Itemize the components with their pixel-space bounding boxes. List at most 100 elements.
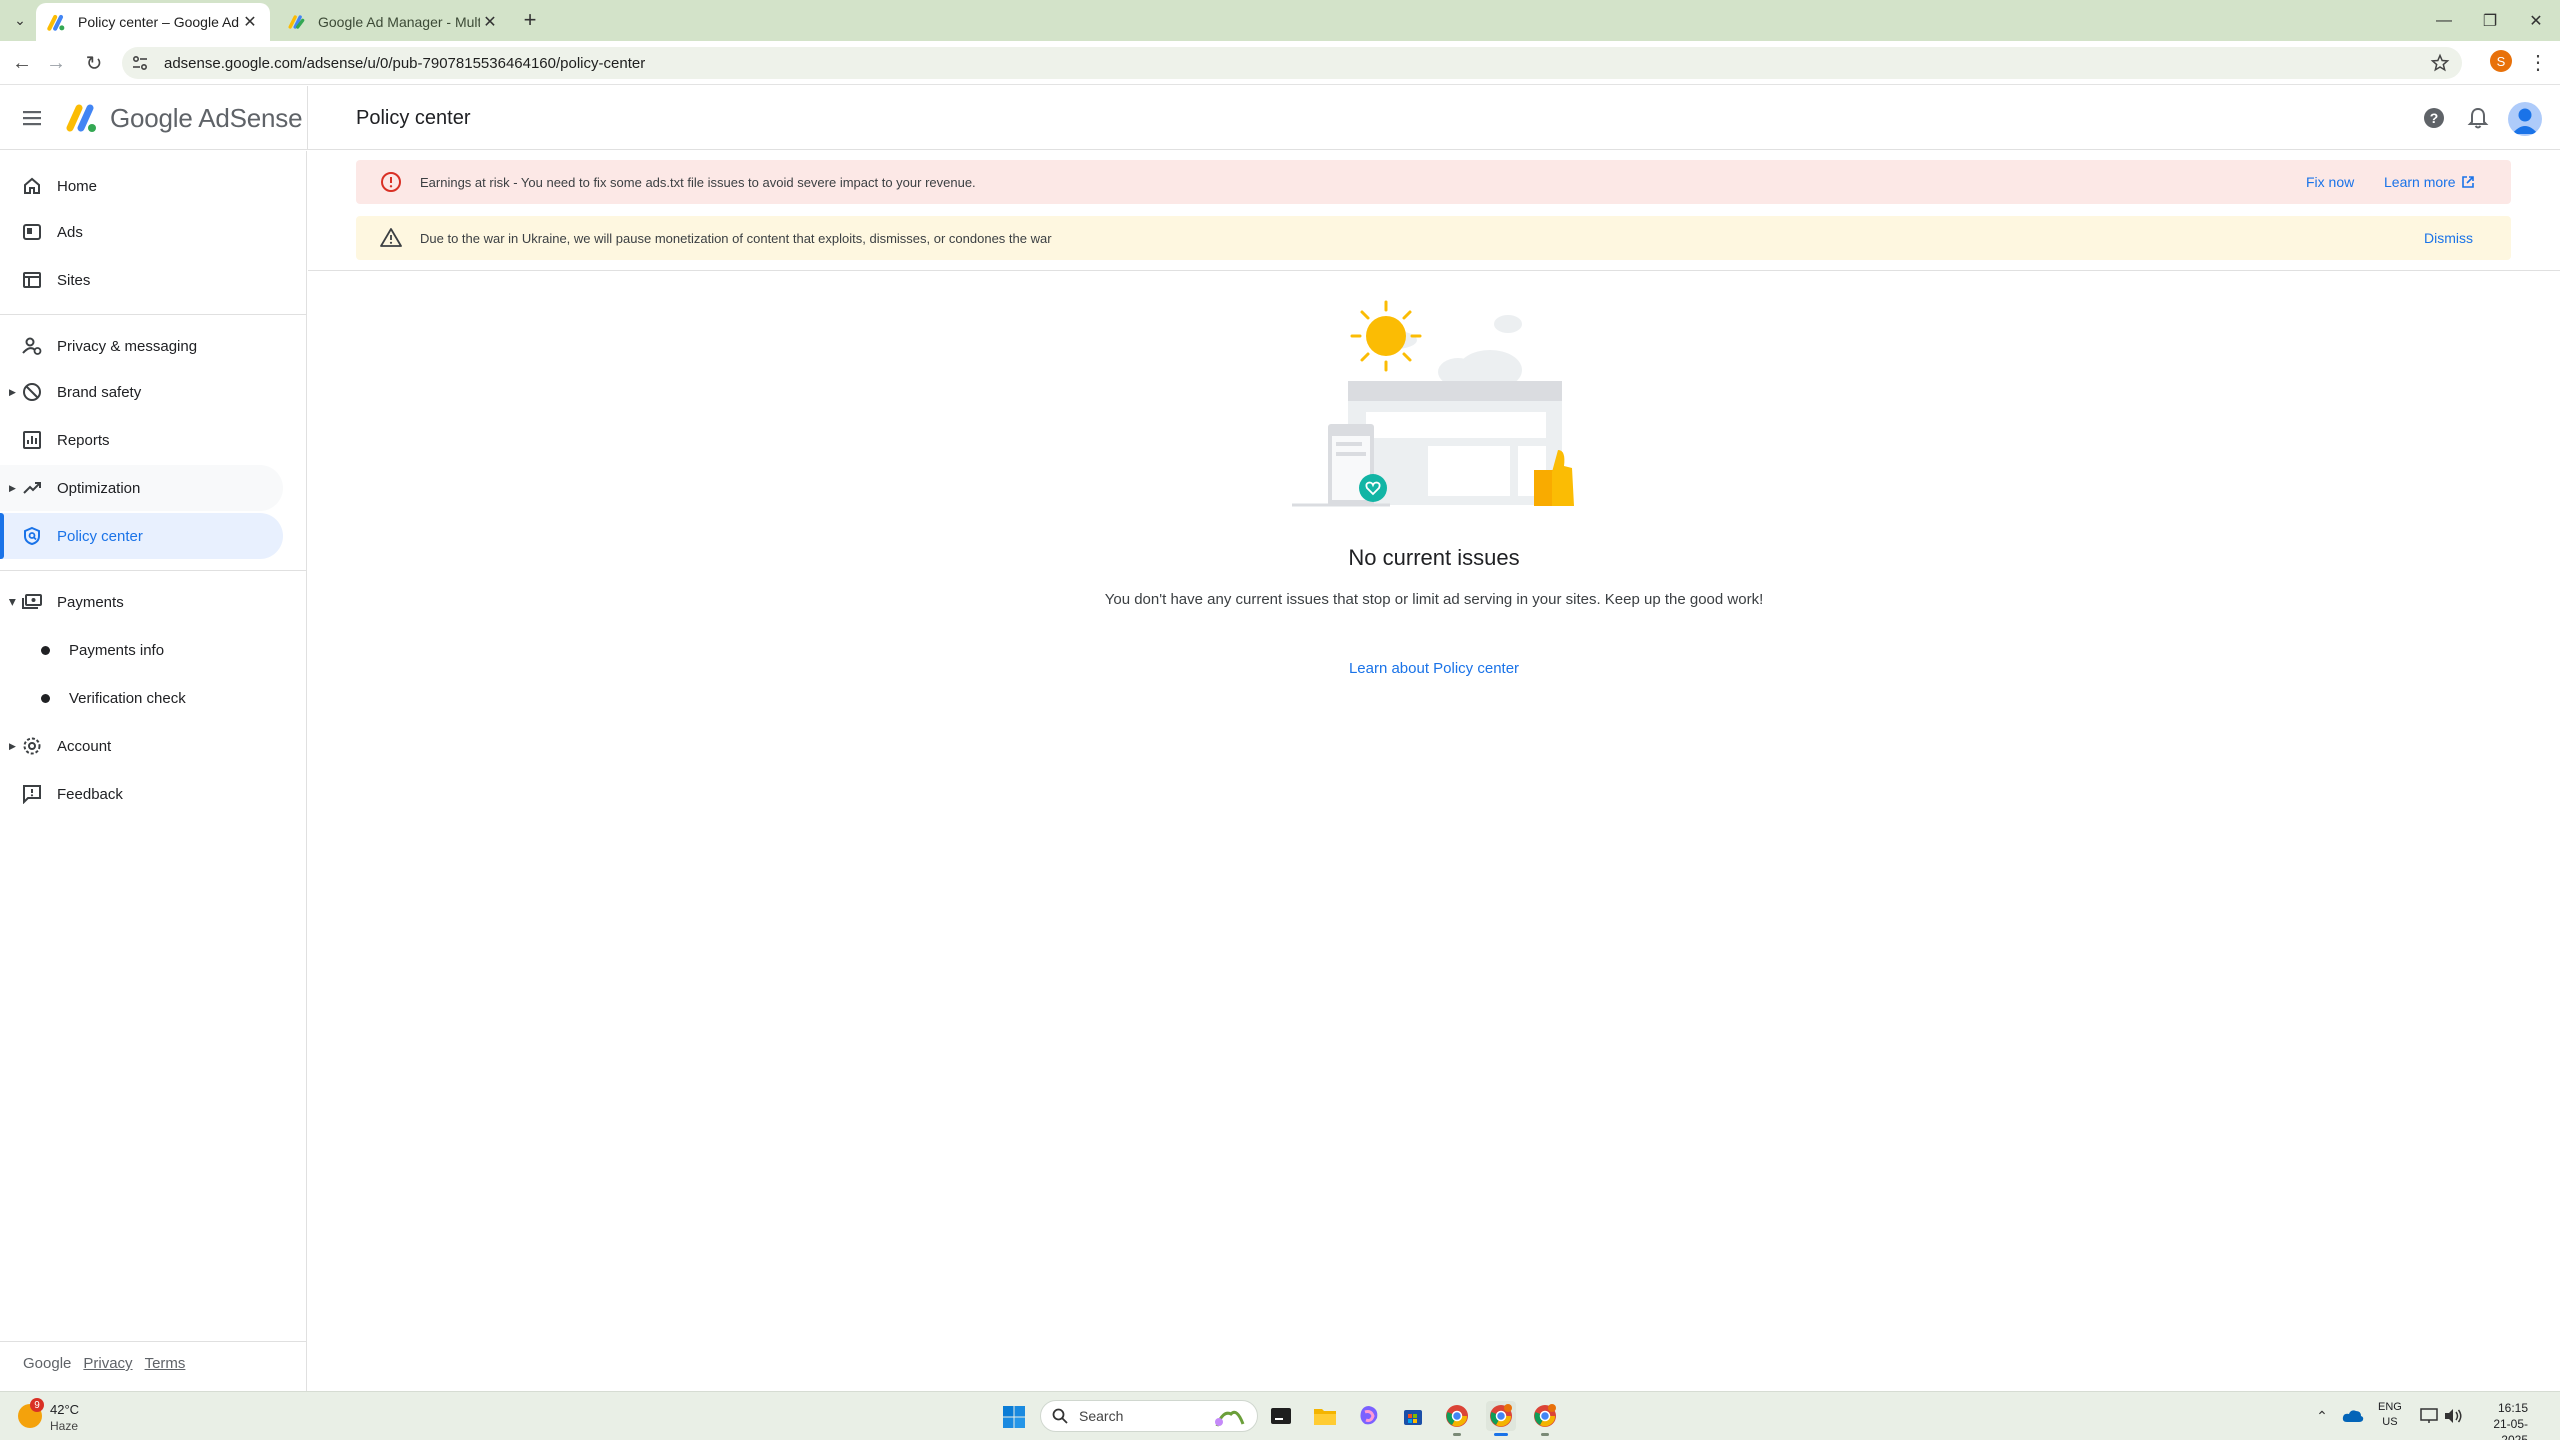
close-tab-icon[interactable]: ✕: [240, 12, 260, 32]
address-bar[interactable]: adsense.google.com/adsense/u/0/pub-79078…: [122, 47, 2462, 79]
weather-temperature: 42°C: [50, 1402, 80, 1417]
taskbar-app-terminal[interactable]: [1266, 1401, 1296, 1431]
taskbar-search-box[interactable]: Search: [1040, 1400, 1258, 1432]
browser-menu-icon[interactable]: ⋮: [2526, 49, 2550, 75]
url-text: adsense.google.com/adsense/u/0/pub-79078…: [164, 54, 646, 72]
sidebar-divider: [0, 314, 306, 315]
new-tab-button[interactable]: +: [518, 7, 542, 32]
fix-now-button[interactable]: Fix now: [2306, 174, 2354, 190]
notifications-bell-icon[interactable]: [2464, 104, 2492, 132]
site-info-icon[interactable]: [126, 49, 154, 77]
minimize-icon[interactable]: —: [2420, 0, 2468, 41]
sidebar-item-label: Sites: [57, 271, 91, 289]
ad-manager-favicon-icon: [288, 15, 305, 29]
sidebar-item-label: Verification check: [69, 689, 186, 707]
learn-about-policy-center-link-text[interactable]: Learn about Policy center: [1349, 660, 1519, 677]
region-code: US: [2382, 1416, 2398, 1428]
terms-link[interactable]: Terms: [145, 1355, 186, 1372]
sidebar-item-label: Feedback: [57, 785, 123, 803]
clock-date: 21-05-2025: [2493, 1417, 2528, 1440]
main-menu-icon[interactable]: [20, 106, 44, 130]
tab-ad-manager[interactable]: Google Ad Manager - Multiple ✕: [276, 3, 510, 41]
system-clock[interactable]: 16:15 21-05-2025: [2468, 1400, 2528, 1440]
profile-avatar[interactable]: S: [2490, 50, 2512, 72]
sidebar-item-label: Payments info: [69, 641, 165, 659]
taskbar-app-copilot[interactable]: [1354, 1401, 1384, 1431]
policy-center-icon: [21, 525, 43, 547]
account-avatar[interactable]: [2508, 102, 2542, 136]
sidebar-item-payments[interactable]: ▶ Payments: [0, 579, 283, 625]
payments-icon: [21, 591, 43, 613]
tab-policy-center[interactable]: Policy center – Google AdSense ✕: [36, 3, 270, 41]
running-indicator: [1453, 1433, 1461, 1436]
external-link-icon: [2461, 176, 2474, 188]
sidebar-item-account[interactable]: ▶ Account: [0, 723, 283, 769]
tab-search-button[interactable]: ⌄: [8, 8, 32, 32]
taskbar-app-chrome-1[interactable]: [1442, 1401, 1472, 1436]
reload-icon[interactable]: ↻: [80, 49, 108, 77]
sidebar-item-label: Payments: [57, 593, 124, 611]
clock-time: 16:15: [2497, 1401, 2528, 1415]
privacy-link[interactable]: Privacy: [83, 1355, 132, 1372]
bullet-icon: [41, 693, 50, 703]
expand-caret-icon[interactable]: ▶: [9, 483, 16, 494]
chrome-icon: [1534, 1404, 1556, 1427]
sidebar-item-feedback[interactable]: Feedback: [0, 771, 283, 817]
close-window-icon[interactable]: ✕: [2512, 0, 2560, 41]
forward-icon[interactable]: →: [42, 49, 70, 77]
account-icon: [21, 735, 43, 757]
weather-widget[interactable]: 9 42°C Haze: [16, 1398, 126, 1436]
close-tab-icon[interactable]: ✕: [480, 12, 500, 32]
sidebar-item-brand-safety[interactable]: ▶ Brand safety: [0, 369, 283, 415]
adsense-favicon-icon: [47, 14, 65, 31]
dismiss-button[interactable]: Dismiss: [2424, 230, 2473, 246]
back-icon[interactable]: ←: [8, 49, 36, 77]
sidebar-item-reports[interactable]: Reports: [0, 417, 283, 463]
sidebar-item-label: Policy center: [57, 527, 143, 545]
active-indicator: [1494, 1433, 1508, 1436]
sidebar-item-payments-info[interactable]: Payments info: [0, 627, 283, 673]
chrome-icon: [1490, 1404, 1512, 1427]
restore-icon[interactable]: ❐: [2466, 0, 2514, 41]
sidebar-item-sites[interactable]: Sites: [0, 257, 283, 303]
collapse-caret-icon[interactable]: ▶: [7, 599, 18, 606]
privacy-icon: [21, 335, 43, 357]
windows-start-icon[interactable]: [1002, 1405, 1026, 1429]
taskbar-app-chrome-3[interactable]: [1530, 1401, 1560, 1436]
taskbar-app-store[interactable]: [1398, 1401, 1428, 1431]
sidebar-item-optimization[interactable]: ▶ Optimization: [0, 465, 283, 511]
os-taskbar: 9 42°C Haze Search ⌃ ENG US 16:15 21-05-…: [0, 1391, 2560, 1440]
sidebar-item-ads[interactable]: Ads: [0, 209, 283, 255]
bookmark-star-icon[interactable]: [2430, 53, 2450, 73]
brand-safety-icon: [21, 381, 43, 403]
sidebar-item-verification-check[interactable]: Verification check: [0, 675, 283, 721]
search-icon: [1052, 1408, 1068, 1424]
network-icon[interactable]: [2418, 1404, 2440, 1428]
volume-icon[interactable]: [2442, 1404, 2464, 1428]
weather-alert-badge: 9: [30, 1398, 44, 1412]
page-title: Policy center: [356, 107, 471, 129]
sidebar-item-policy-center[interactable]: Policy center: [0, 513, 283, 559]
sidebar-item-privacy-messaging[interactable]: Privacy & messaging: [0, 323, 283, 369]
weather-condition: Haze: [50, 1419, 79, 1433]
sidebar-item-label: Reports: [57, 431, 110, 449]
input-language-indicator[interactable]: ENG US: [2378, 1400, 2402, 1430]
onedrive-cloud-icon[interactable]: [2340, 1404, 2366, 1428]
taskbar-app-file-explorer[interactable]: [1310, 1401, 1340, 1431]
expand-caret-icon[interactable]: ▶: [9, 387, 16, 398]
app-header: Google AdSense Policy center ?: [0, 86, 2560, 150]
sidebar-item-label: Account: [57, 737, 112, 755]
search-highlight-icon: [1215, 1410, 1245, 1427]
show-hidden-icons-chevron-icon[interactable]: ⌃: [2312, 1404, 2332, 1428]
help-icon[interactable]: ?: [2420, 104, 2448, 132]
expand-caret-icon[interactable]: ▶: [9, 741, 16, 752]
taskbar-app-chrome-2[interactable]: [1486, 1401, 1516, 1436]
learn-more-link[interactable]: Learn more: [2384, 174, 2475, 190]
empty-state-subtitle: You don't have any current issues that s…: [1104, 591, 1764, 608]
earnings-at-risk-banner: Earnings at risk - You need to fix some …: [356, 160, 2511, 204]
adsense-logo[interactable]: Google AdSense: [64, 102, 303, 134]
sidebar-item-home[interactable]: Home: [0, 163, 283, 209]
optimization-icon: [21, 477, 43, 499]
empty-state-title: No current issues: [1348, 545, 1520, 570]
no-issues-illustration: [1292, 300, 1574, 507]
